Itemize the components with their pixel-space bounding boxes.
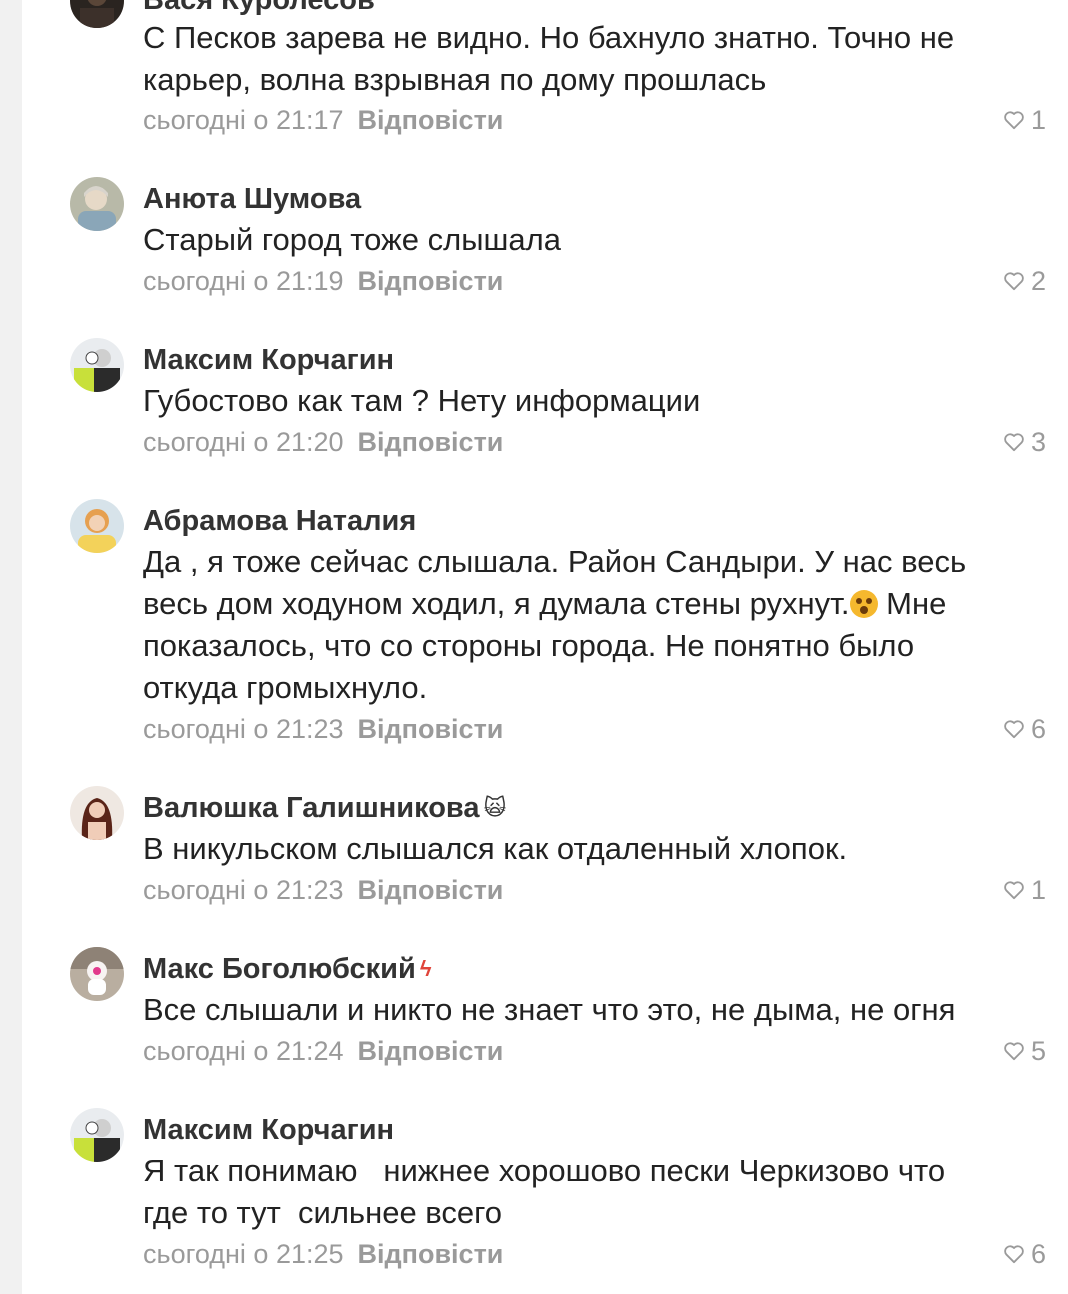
comment-meta: сьогодні о 21:23 Відповісти: [143, 713, 503, 745]
avatar[interactable]: [70, 338, 124, 392]
reply-button[interactable]: Відповісти: [358, 875, 504, 905]
like-button[interactable]: 6: [1003, 713, 1046, 745]
comment-text-line: где то тут сильнее всего: [143, 1195, 503, 1230]
heart-icon: [1004, 881, 1024, 900]
cat-face-emoji-icon: 🙀: [483, 795, 507, 820]
like-count: 2: [1030, 266, 1046, 296]
comment-text-line: откуда громыхнуло.: [143, 670, 428, 705]
comments-feed: Вася Куролесов С Песков зарева не видно.…: [0, 0, 1068, 1294]
comment-meta: сьогодні о 21:19 Відповісти: [143, 265, 503, 297]
comment-text-line: показалось, что со стороны города. Не по…: [143, 628, 915, 663]
like-count: 1: [1030, 105, 1046, 135]
comment-text: Все слышали и никто не знает что это, не…: [143, 989, 1043, 1031]
comment-text-line-part: Мне: [877, 586, 947, 621]
comment-author[interactable]: Вася Куролесов: [143, 0, 375, 17]
comment-meta: сьогодні о 21:25 Відповісти: [143, 1238, 503, 1270]
avatar[interactable]: [70, 947, 124, 1001]
comment-meta: сьогодні о 21:20 Відповісти: [143, 426, 503, 458]
comment-author[interactable]: Валюшка Галишникова 🙀: [143, 791, 506, 825]
reply-button[interactable]: Відповісти: [358, 427, 504, 457]
comment-time: сьогодні о 21:23: [143, 875, 344, 905]
heart-icon: [1004, 1245, 1024, 1264]
comment-time: сьогодні о 21:17: [143, 105, 344, 135]
comment-time: сьогодні о 21:24: [143, 1036, 344, 1066]
comment-author[interactable]: Анюта Шумова: [143, 182, 361, 216]
comment-time: сьогодні о 21:19: [143, 266, 344, 296]
comment-text: Губостово как там ? Нету информации: [143, 380, 1043, 422]
comment-text: Старый город тоже слышала: [143, 219, 1043, 261]
comment-time: сьогодні о 21:25: [143, 1239, 344, 1269]
like-count: 6: [1030, 1239, 1046, 1269]
comment-author[interactable]: Абрамова Наталия: [143, 504, 416, 538]
author-name: Валюшка Галишникова: [143, 792, 480, 824]
comment-text-line: Я так понимаю нижнее хорошово пески Черк…: [143, 1153, 946, 1188]
avatar[interactable]: [70, 177, 124, 231]
comment-text-line: Все слышали и никто не знает что это, не…: [143, 992, 956, 1027]
comment-text: С Песков зарева не видно. Но бахнуло зна…: [143, 17, 1043, 101]
like-button[interactable]: 3: [1003, 426, 1046, 458]
comment-text-line: Губостово как там ? Нету информации: [143, 383, 701, 418]
like-count: 1: [1030, 875, 1046, 905]
author-name: Макс Боголюбский: [143, 953, 416, 985]
comment-author[interactable]: Максим Корчагин: [143, 343, 394, 377]
comment-text-line: карьер, волна взрывная по дому прошлась: [143, 62, 767, 97]
comment-text-line: Старый город тоже слышала: [143, 222, 561, 257]
astonished-face-emoji-icon: [849, 590, 878, 618]
like-button[interactable]: 5: [1003, 1035, 1046, 1067]
heart-icon: [1004, 720, 1024, 739]
heart-icon: [1004, 111, 1024, 130]
comment-text: Да , я тоже сейчас слышала. Район Сандыр…: [143, 541, 1043, 709]
heart-icon: [1004, 1042, 1024, 1061]
comment-text-line-part: весь дом ходуном ходил, я думала стены р…: [143, 586, 850, 621]
like-count: 5: [1030, 1036, 1046, 1066]
comment-meta: сьогодні о 21:17 Відповісти: [143, 104, 503, 136]
reply-button[interactable]: Відповісти: [358, 1239, 504, 1269]
avatar[interactable]: [70, 1108, 124, 1162]
like-button[interactable]: 2: [1003, 265, 1046, 297]
reply-button[interactable]: Відповісти: [358, 714, 504, 744]
avatar[interactable]: [70, 499, 124, 553]
reply-button[interactable]: Відповісти: [358, 266, 504, 296]
comment-time: сьогодні о 21:20: [143, 427, 344, 457]
heart-icon: [1004, 433, 1024, 452]
comment-meta: сьогодні о 21:24 Відповісти: [143, 1035, 503, 1067]
lightning-icon: ϟ: [419, 956, 432, 981]
reply-button[interactable]: Відповісти: [358, 105, 504, 135]
comment-text: В никульском слышался как отдаленный хло…: [143, 828, 1043, 870]
heart-icon: [1004, 272, 1024, 291]
like-button[interactable]: 1: [1003, 104, 1046, 136]
avatar[interactable]: [70, 0, 124, 28]
comment-text-line: С Песков зарева не видно. Но бахнуло зна…: [143, 20, 955, 55]
reply-button[interactable]: Відповісти: [358, 1036, 504, 1066]
comment-text-line: В никульском слышался как отдаленный хло…: [143, 831, 848, 866]
comment-meta: сьогодні о 21:23 Відповісти: [143, 874, 503, 906]
like-button[interactable]: 6: [1003, 1238, 1046, 1270]
like-count: 6: [1030, 714, 1046, 744]
comment-text: Я так понимаю нижнее хорошово пески Черк…: [143, 1150, 1043, 1234]
comment-author[interactable]: Максим Корчагин: [143, 1113, 394, 1147]
comment-author[interactable]: Макс Боголюбский ϟ: [143, 952, 432, 986]
comment-text-line: весь дом ходуном ходил, я думала стены р…: [143, 583, 1043, 625]
avatar[interactable]: [70, 786, 124, 840]
like-count: 3: [1030, 427, 1046, 457]
like-button[interactable]: 1: [1003, 874, 1046, 906]
comment-text-line: Да , я тоже сейчас слышала. Район Сандыр…: [143, 544, 967, 579]
comment-time: сьогодні о 21:23: [143, 714, 344, 744]
